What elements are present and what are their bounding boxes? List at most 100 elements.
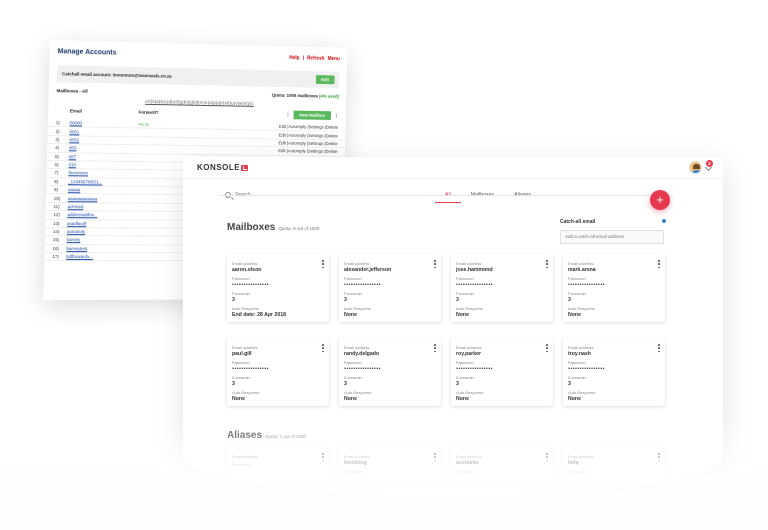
- row-index: 16): [52, 245, 60, 251]
- more-vertical-icon[interactable]: [322, 260, 324, 268]
- mailbox-card[interactable]: Email address roy.parker Password •••••••••…: [451, 338, 553, 406]
- forwarder-value: 3: [456, 381, 459, 387]
- legacy-table-header: Email Forward? ⋮ New Mailbox ⋮: [56, 106, 338, 120]
- kebab-icon[interactable]: ⋮: [286, 112, 290, 118]
- mailbox-card[interactable]: Email address jose.hammond Password •••••••…: [451, 254, 553, 322]
- mailbox-card[interactable]: Email address troy.nash Password ••••••••••…: [563, 338, 665, 406]
- password-label: Password: [344, 276, 362, 281]
- mailbox-email-link[interactable]: addressabfrw...: [67, 212, 136, 217]
- email-value: accounts: [456, 460, 479, 466]
- forwarder-label: Forwarder: [568, 469, 587, 474]
- more-vertical-icon[interactable]: [658, 344, 660, 352]
- password-value: ••••••••••••••••: [456, 282, 494, 288]
- row-action-links[interactable]: Edit |Autoreply |Settings |Delete: [279, 124, 338, 130]
- password-value: ••••••••••••••••: [344, 282, 382, 288]
- row-action-links[interactable]: Edit |Autoreply |Settings |Delete: [278, 149, 337, 155]
- mailbox-email-link[interactable]: aaaaaaaaaaaa: [68, 196, 137, 202]
- mailbox-email-link[interactable]: aaaaa: [68, 187, 137, 193]
- mailbox-email-link[interactable]: 0002: [69, 137, 138, 143]
- row-action-links[interactable]: Edit |Autoreply |Settings |Delete: [278, 140, 337, 146]
- mailbox-email-link[interactable]: asadfasdf: [67, 221, 136, 226]
- forwarder-label: Forwarder: [456, 375, 475, 380]
- mailbox-card[interactable]: Email address mark.arena Password •••••••••…: [563, 254, 665, 322]
- more-vertical-icon[interactable]: [546, 453, 548, 461]
- forwarder-label: Forwarder: [232, 291, 251, 296]
- forwarder-value: 3: [232, 381, 235, 387]
- mailbox-email-link[interactable]: 003: [69, 146, 138, 152]
- alias-card[interactable]: Email address Forwarder: [227, 447, 329, 487]
- legacy-quota-text: Quota: 1000 mailboxes: [271, 92, 318, 99]
- more-vertical-icon[interactable]: [434, 260, 436, 268]
- legacy-col-forward: Forward?: [138, 109, 159, 115]
- auto-response-label: Auto Response: [568, 306, 596, 311]
- aliases-section-header: Aliases Quota: 1 out of 1000: [227, 430, 306, 441]
- forwarder-label: Forwarder: [456, 291, 475, 296]
- help-link[interactable]: Help: [289, 55, 299, 61]
- more-vertical-icon[interactable]: [658, 260, 660, 268]
- new-mailbox-button[interactable]: New Mailbox: [293, 110, 331, 120]
- password-value: ••••••••••••••••: [232, 282, 270, 288]
- mailbox-email-link[interactable]: achmed: [67, 204, 136, 209]
- more-vertical-icon[interactable]: [434, 344, 436, 352]
- mailbox-email-link[interactable]: bdfforwardx...: [66, 254, 135, 259]
- forwarder-value: 3: [568, 381, 571, 387]
- alias-card[interactable]: Email address accounts Forwarder: [451, 447, 553, 487]
- row-index: 12): [53, 212, 60, 218]
- password-value: ••••••••••••••••: [568, 366, 606, 372]
- mailboxes-title: Mailboxes: [227, 222, 276, 233]
- mailboxes-quota: Quota: 8 out of 1000: [278, 226, 320, 231]
- add-button[interactable]: +: [650, 190, 670, 210]
- mailbox-email-link[interactable]: _123456789O1...: [68, 179, 137, 185]
- logo-text: KONSOLE: [197, 163, 241, 172]
- mailbox-card[interactable]: Email address randy.delgado Password ••••••…: [339, 338, 441, 406]
- mailbox-card[interactable]: Email address aaron.olson Password ••••••••…: [227, 254, 329, 322]
- info-icon[interactable]: [662, 219, 666, 223]
- email-value: randy.delgado: [344, 351, 380, 357]
- mailbox-email-link[interactable]: barneytest: [66, 246, 135, 251]
- logo-mark-icon: [241, 164, 249, 171]
- auto-response-value: None: [456, 396, 469, 402]
- row-index: 14): [52, 229, 60, 235]
- alias-card[interactable]: Email address help Forwarder: [563, 447, 665, 487]
- more-vertical-icon[interactable]: [322, 344, 324, 352]
- legacy-col-email: Email: [69, 108, 82, 114]
- avatar[interactable]: [689, 161, 702, 174]
- konsole-mailboxes-panel: KONSOLE 2 All Mailboxes Aliases + Mailbo…: [183, 157, 723, 497]
- mailbox-email-link[interactable]: 010: [69, 162, 138, 168]
- menu-link[interactable]: Menu: [328, 56, 340, 62]
- email-value: mark.arena: [568, 267, 596, 273]
- link-separator: |: [302, 55, 304, 62]
- mailbox-card[interactable]: Email address paul.gill Password ••••••••••…: [227, 338, 329, 406]
- legacy-catchall-edit-button[interactable]: Edit: [315, 75, 335, 85]
- forwarder-label: Forwarder: [344, 375, 363, 380]
- password-label: Password: [232, 276, 250, 281]
- kebab-icon[interactable]: ⋮: [334, 113, 338, 119]
- more-vertical-icon[interactable]: [546, 260, 548, 268]
- mailbox-email-link[interactable]: 00000: [70, 121, 139, 127]
- mailbox-email-link[interactable]: 007: [69, 154, 138, 160]
- row-index: 13): [53, 220, 60, 226]
- mailbox-email-link[interactable]: barney: [67, 238, 136, 243]
- row-index: 2): [55, 128, 60, 134]
- forwarder-label: Forwarder: [568, 291, 587, 296]
- alias-card[interactable]: Email address invoicing Forwarder: [339, 447, 441, 487]
- row-action-links[interactable]: Edit |Autoreply |Settings |Delete: [279, 132, 338, 138]
- email-value: invoicing: [344, 460, 367, 466]
- refresh-link[interactable]: Refresh: [307, 56, 325, 62]
- catchall-input[interactable]: [560, 229, 664, 244]
- more-vertical-icon[interactable]: [658, 453, 660, 461]
- more-vertical-icon[interactable]: [434, 453, 436, 461]
- catchall-label-row: Catch-all email: [560, 219, 666, 225]
- legacy-catchall-label: Catchall email account: 0nnnnnnn@teamsea…: [61, 71, 172, 79]
- password-value: ••••••••••••••••: [232, 366, 270, 372]
- more-vertical-icon[interactable]: [546, 344, 548, 352]
- more-vertical-icon[interactable]: [322, 453, 324, 461]
- mailbox-card[interactable]: Email address alexander.jefferson Password…: [339, 254, 441, 322]
- row-index: 5): [54, 153, 59, 159]
- mailbox-email-link[interactable]: autoandy: [67, 229, 136, 234]
- auto-response-value: End date: 28 Apr 2018: [232, 312, 287, 318]
- catchall-label: Catch-all email: [560, 219, 596, 225]
- toolbar-divider: [219, 195, 649, 196]
- mailbox-email-link[interactable]: 0001: [69, 129, 138, 135]
- mailbox-email-link[interactable]: 0nnnnnnn: [68, 171, 137, 177]
